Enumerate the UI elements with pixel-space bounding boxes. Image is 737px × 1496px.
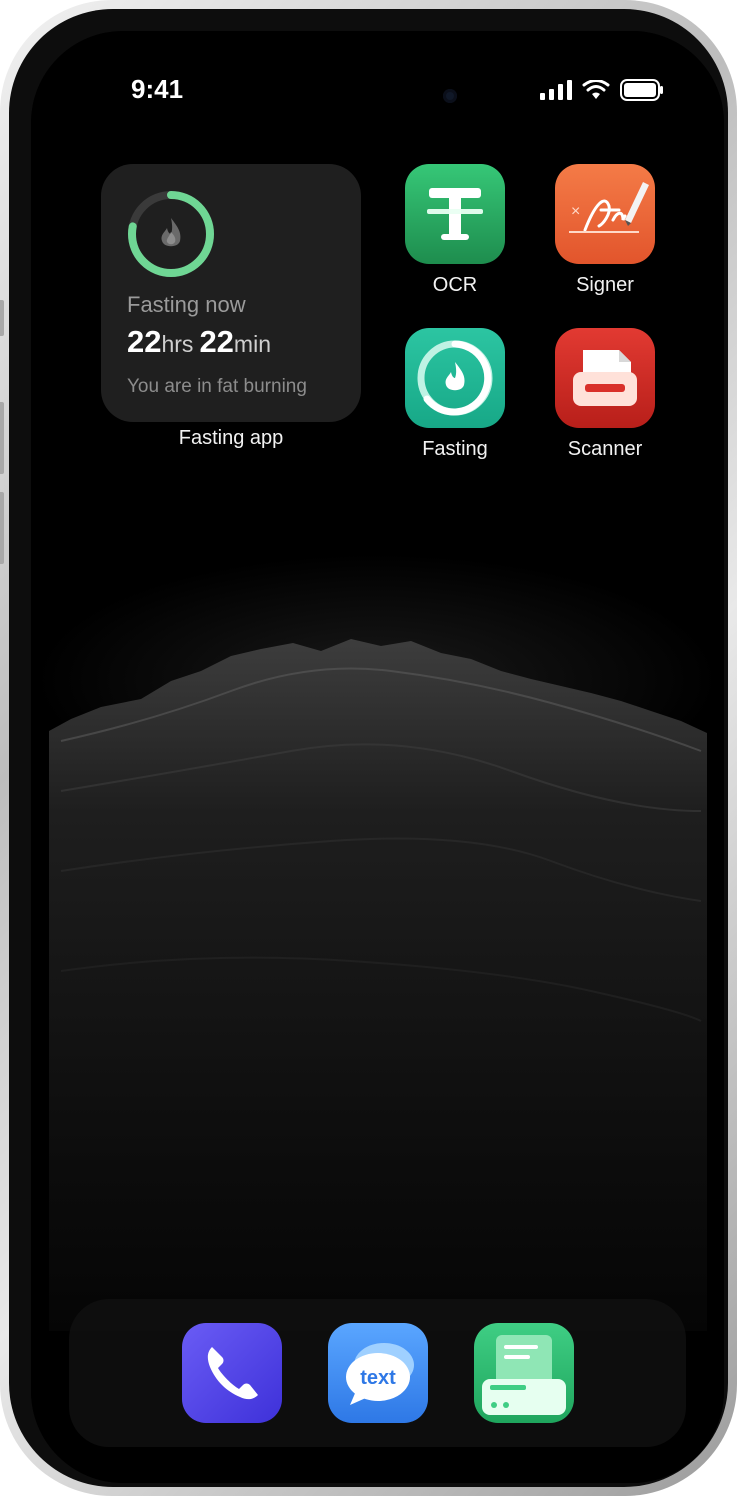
text-bubble-label: text: [360, 1367, 396, 1389]
app-signer[interactable]: × Signer: [540, 164, 670, 297]
dock-messages-app[interactable]: text: [328, 1323, 428, 1423]
dock-scanner-app[interactable]: [474, 1323, 574, 1423]
app-scanner[interactable]: Scanner: [540, 328, 670, 461]
cellular-signal-icon: [540, 80, 572, 100]
phone-frame: 9:41 Fasting now 22hrs 22min You are in …: [0, 0, 737, 1496]
widget-subtitle: You are in fat burning: [127, 376, 307, 397]
document-scanner-icon: [482, 1335, 566, 1415]
hours-value: 22: [127, 324, 162, 359]
flame-icon: [161, 218, 181, 247]
phone-bezel: 9:41 Fasting now 22hrs 22min You are in …: [9, 9, 728, 1487]
fasting-flame-icon: [405, 328, 505, 428]
fasting-widget[interactable]: Fasting now 22hrs 22min You are in fat bu…: [101, 164, 361, 422]
ocr-text-icon: [405, 164, 505, 264]
volume-up-button: [0, 402, 4, 474]
app-scanner-label: Scanner: [567, 438, 643, 460]
status-icons: [540, 79, 664, 101]
svg-text:×: ×: [571, 203, 580, 220]
dock-phone-app[interactable]: [182, 1323, 282, 1423]
status-time: 9:41: [131, 74, 184, 104]
app-fasting-label: Fasting: [422, 438, 488, 460]
fasting-progress-ring: [128, 191, 214, 277]
phone-icon: [207, 1347, 258, 1400]
hours-unit: hrs: [161, 331, 194, 357]
app-fasting[interactable]: Fasting: [390, 328, 520, 461]
minutes-value: 22: [199, 324, 234, 359]
volume-down-button: [0, 492, 4, 564]
text-message-icon: text: [346, 1343, 414, 1405]
wifi-icon: [582, 80, 610, 99]
mute-switch: [0, 300, 4, 336]
battery-icon: [620, 79, 663, 101]
minutes-unit: min: [233, 331, 271, 357]
home-screen: 9:41 Fasting now 22hrs 22min You are in …: [31, 31, 724, 1483]
scanner-icon: [555, 328, 655, 428]
fasting-duration: 22hrs 22min: [127, 324, 277, 360]
signature-pen-icon: ×: [555, 164, 655, 264]
widget-title: Fasting now: [127, 292, 246, 317]
widget-label: Fasting app: [178, 427, 284, 449]
app-ocr-label: OCR: [432, 274, 478, 296]
front-camera: [443, 89, 457, 103]
app-ocr[interactable]: OCR: [390, 164, 520, 297]
app-signer-label: Signer: [576, 274, 634, 296]
